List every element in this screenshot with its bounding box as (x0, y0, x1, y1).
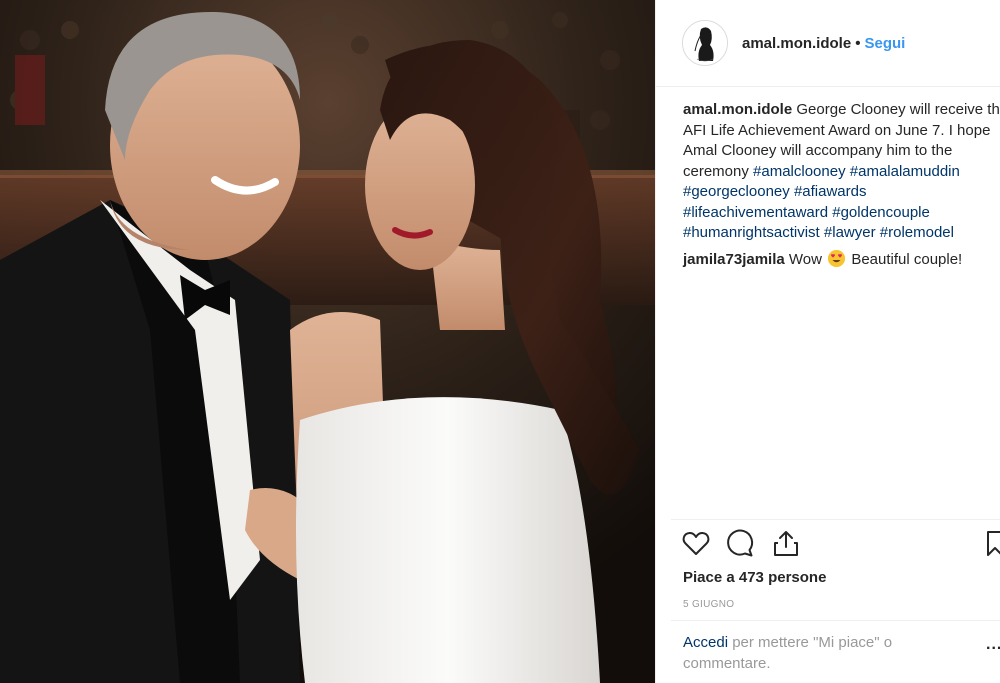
avatar[interactable] (682, 20, 728, 66)
share-upload-icon[interactable] (771, 528, 801, 563)
login-prompt: Accedi per mettere "Mi piace" o commenta… (683, 632, 953, 674)
comment-item: jamila73jamila Wow Beautiful couple! (683, 249, 1000, 271)
bookmark-icon[interactable] (986, 528, 1000, 563)
hashtag-link[interactable]: #goldencouple (832, 204, 930, 221)
more-dots-icon[interactable]: ... (986, 636, 1000, 654)
hashtag-link[interactable]: #georgeclooney (683, 183, 790, 200)
hashtag-link[interactable]: #lawyer (824, 224, 876, 241)
heart-outline-icon[interactable] (681, 528, 711, 563)
comment-bubble-icon[interactable] (725, 528, 755, 563)
comment-username[interactable]: jamila73jamila (683, 251, 785, 268)
post-date[interactable]: 5 GIUGNO (683, 599, 734, 610)
header-separator: • (855, 34, 861, 52)
divider (671, 519, 1000, 520)
hashtag-link[interactable]: #amalalamuddin (850, 163, 960, 180)
comments-section: amal.mon.idole George Clooney will recei… (683, 100, 1000, 270)
post-header: amal.mon.idole • Segui (656, 0, 1000, 87)
hashtag-link[interactable]: #afiawards (794, 183, 867, 200)
divider (671, 620, 1000, 621)
hashtag-link[interactable]: #humanrightsactivist (683, 224, 820, 241)
caption-username[interactable]: amal.mon.idole (683, 101, 792, 118)
comment-text-start: Wow (788, 250, 822, 268)
hashtag-link[interactable]: #amalclooney (753, 163, 846, 180)
hashtag-link[interactable]: #lifeachivementaward (683, 204, 828, 221)
comment-text-end: Beautiful couple! (851, 250, 963, 268)
post-photo[interactable] (0, 0, 655, 683)
post-image (0, 0, 655, 683)
caption: amal.mon.idole George Clooney will recei… (683, 100, 1000, 244)
login-link[interactable]: Accedi (683, 634, 728, 651)
header-user-line: amal.mon.idole • Segui (742, 35, 905, 52)
hashtag-link[interactable]: #rolemodel (880, 224, 954, 241)
follow-button[interactable]: Segui (864, 35, 905, 52)
header-username[interactable]: amal.mon.idole (742, 35, 851, 52)
post-sidebar: amal.mon.idole • Segui amal.mon.idole Geor… (655, 0, 1000, 683)
likes-count[interactable]: Piace a 473 persone (683, 569, 826, 586)
heart-eyes-emoji-icon (828, 249, 846, 267)
action-bar (681, 528, 1000, 564)
